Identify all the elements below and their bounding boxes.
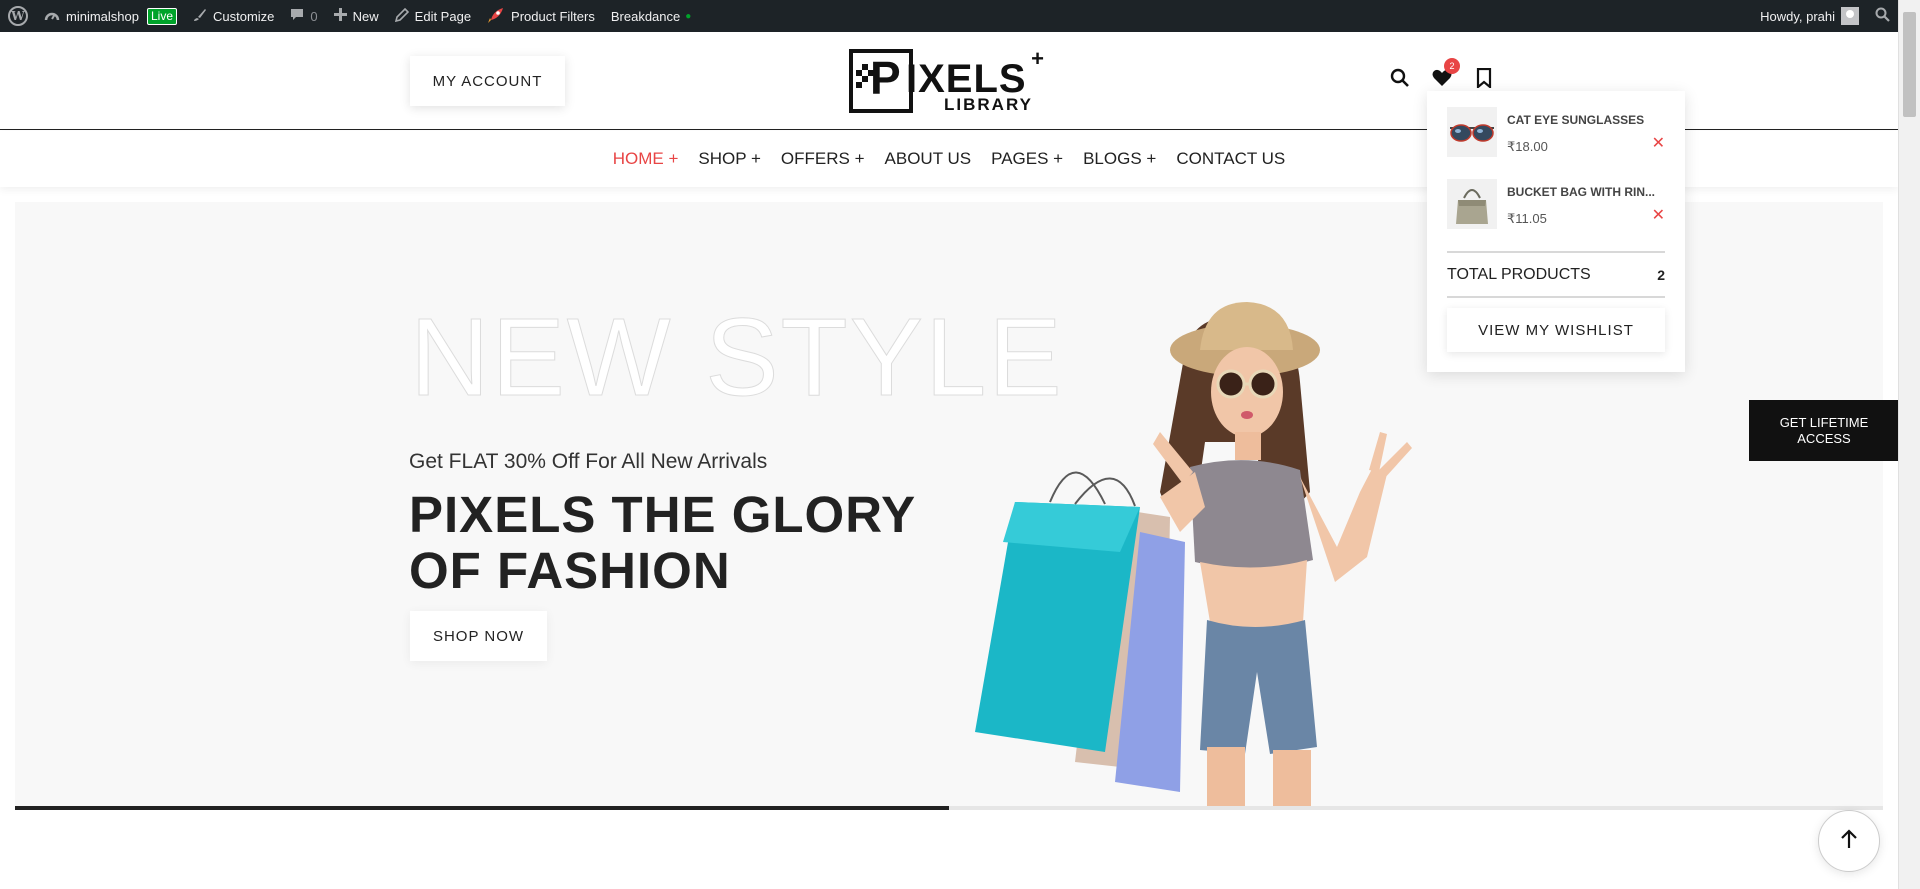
product-thumbnail[interactable] <box>1447 107 1497 157</box>
wishlist-item-price: ₹18.00 <box>1507 139 1548 154</box>
wishlist-total: TOTAL PRODUCTS 2 <box>1447 251 1665 298</box>
total-products-label: TOTAL PRODUCTS <box>1447 265 1591 283</box>
lifetime-line-1: GET LIFETIME <box>1779 414 1869 430</box>
dashboard-icon <box>44 8 60 25</box>
wp-logo-menu[interactable]: W <box>0 0 36 32</box>
nav-contact-us[interactable]: CONTACT US <box>1166 149 1295 169</box>
avatar <box>1841 7 1859 25</box>
comments-count: 0 <box>310 8 318 24</box>
wishlist-dropdown: CAT EYE SUNGLASSES ₹18.00 ✕ BUCKET BAG W… <box>1427 91 1685 372</box>
plus-icon <box>333 8 347 24</box>
pencil-icon <box>394 7 409 25</box>
wordpress-icon: W <box>8 6 28 26</box>
header-search-icon[interactable] <box>1390 68 1410 88</box>
nav-blogs[interactable]: BLOGS + <box>1073 149 1166 169</box>
nav-about-us[interactable]: ABOUT US <box>875 149 982 169</box>
view-wishlist-button[interactable]: VIEW MY WISHLIST <box>1447 308 1665 352</box>
edit-page-link[interactable]: Edit Page <box>387 0 479 32</box>
customize-label: Customize <box>213 8 275 24</box>
header-icons: 2 <box>1390 58 1494 88</box>
slider-progress-fill <box>15 806 949 810</box>
admin-search[interactable] <box>1867 0 1898 32</box>
wishlist-heart-icon[interactable]: 2 <box>1432 58 1460 88</box>
nav-home[interactable]: HOME + <box>603 149 689 169</box>
product-filters-link[interactable]: Product Filters <box>479 0 603 32</box>
customize-link[interactable]: Customize <box>185 0 282 32</box>
hero-title: PIXELS THE GLORY OF FASHION <box>409 486 916 599</box>
comment-icon <box>290 8 304 25</box>
my-account-menu[interactable]: Howdy, prahi <box>1752 0 1867 32</box>
comments-link[interactable]: 0 <box>282 0 325 32</box>
remove-icon[interactable]: ✕ <box>1652 133 1665 153</box>
nav-pages[interactable]: PAGES + <box>981 149 1073 169</box>
admin-bar-right: Howdy, prahi <box>1752 0 1898 32</box>
wishlist-count-badge: 2 <box>1444 58 1460 74</box>
slider-progress <box>15 806 1883 810</box>
lifetime-line-2: ACCESS <box>1797 430 1851 446</box>
nav-offers[interactable]: OFFERS + <box>771 149 875 169</box>
svg-text:+: + <box>1031 48 1044 71</box>
my-account-button[interactable]: MY ACCOUNT <box>410 56 565 106</box>
product-filters-label: Product Filters <box>511 8 595 24</box>
new-label: New <box>352 8 379 24</box>
edit-page-label: Edit Page <box>414 8 472 24</box>
wp-admin-bar: W minimalshop Live Customize 0 New Edit … <box>0 0 1898 32</box>
breakdance-link[interactable]: Breakdance ● <box>603 0 699 32</box>
brush-icon <box>193 8 207 25</box>
new-content-menu[interactable]: New <box>326 0 387 32</box>
wishlist-item-name[interactable]: BUCKET BAG WITH RIN... <box>1507 185 1667 199</box>
bookmark-icon[interactable] <box>1474 68 1494 88</box>
scrollbar-thumb[interactable] <box>1903 12 1916 117</box>
product-thumbnail[interactable] <box>1447 179 1497 229</box>
site-name-menu[interactable]: minimalshop Live <box>36 0 185 32</box>
wishlist-item: CAT EYE SUNGLASSES ₹18.00 ✕ <box>1447 107 1665 179</box>
wishlist-item-name[interactable]: CAT EYE SUNGLASSES <box>1507 113 1667 127</box>
rocket-icon <box>487 6 505 27</box>
back-to-top-button[interactable] <box>1818 810 1880 872</box>
get-lifetime-access-button[interactable]: GET LIFETIME ACCESS <box>1749 400 1899 461</box>
search-icon <box>1875 7 1890 25</box>
remove-icon[interactable]: ✕ <box>1652 205 1665 225</box>
site-name: minimalshop <box>66 8 139 24</box>
breakdance-label: Breakdance <box>610 8 681 24</box>
site-logo[interactable]: P IXELS + LIBRARY <box>848 46 1050 114</box>
greeting: Howdy, prahi <box>1760 8 1835 24</box>
svg-text:P: P <box>870 52 901 104</box>
page-scrollbar[interactable] <box>1898 0 1920 889</box>
wishlist-item-price: ₹11.05 <box>1507 211 1547 226</box>
wishlist-item: BUCKET BAG WITH RIN... ₹11.05 ✕ <box>1447 179 1665 251</box>
arrow-up-icon <box>1840 828 1858 854</box>
nav-shop[interactable]: SHOP + <box>688 149 771 169</box>
shop-now-button[interactable]: SHOP NOW <box>410 611 547 661</box>
hero-subtitle: Get FLAT 30% Off For All New Arrivals <box>409 450 768 473</box>
total-products-count: 2 <box>1657 266 1665 283</box>
svg-text:LIBRARY: LIBRARY <box>944 95 1033 114</box>
live-badge: Live <box>146 7 177 25</box>
status-dot-icon: ● <box>685 10 692 22</box>
